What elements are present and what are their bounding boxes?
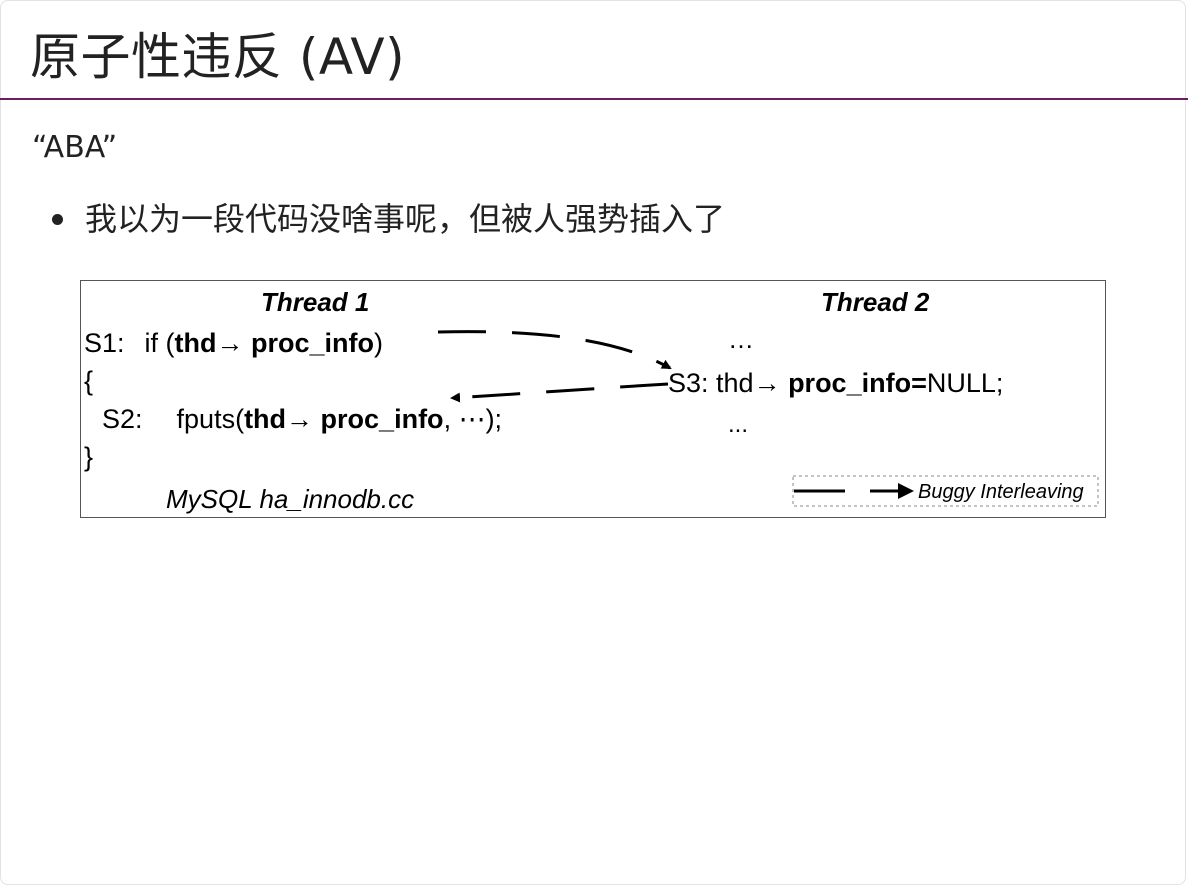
- slide-title: 原子性违反 (AV): [30, 28, 406, 86]
- close-brace: }: [84, 442, 93, 472]
- s1-thd: thd: [175, 328, 217, 358]
- figure-caption: MySQL ha_innodb.cc: [166, 484, 414, 514]
- s2-thd: thd: [244, 404, 286, 434]
- s2-arrow-icon: →: [286, 404, 313, 434]
- t2-dots-top: …: [728, 324, 754, 354]
- interleaving-diagram: Thread 1 Thread 2 S1: if (thd→ proc_info)…: [80, 280, 1106, 518]
- s1-arrow-icon: →: [217, 328, 244, 358]
- s2-label: S2:: [102, 404, 143, 434]
- bullet-text: 我以为一段代码没啥事呢，但被人强势插入了: [85, 200, 726, 238]
- s1-close: ): [374, 328, 383, 358]
- s2-proc-info: proc_info: [313, 404, 444, 434]
- legend-label: Buggy Interleaving: [918, 481, 1084, 503]
- s1-label: S1:: [84, 328, 125, 358]
- bullet-list: 我以为一段代码没啥事呢，但被人强势插入了: [52, 196, 725, 242]
- open-brace: {: [84, 366, 93, 396]
- t2-dots-bottom: ...: [728, 411, 748, 438]
- s3-line: S3: thd→ proc_info=NULL;: [668, 368, 1003, 398]
- thread1-header: Thread 1: [261, 287, 369, 317]
- title-divider: [0, 98, 1188, 100]
- code-figure: Thread 1 Thread 2 S1: if (thd→ proc_info)…: [80, 280, 1106, 518]
- s3-arrow-icon: →: [754, 368, 781, 398]
- s3-label: S3: thd: [668, 368, 754, 398]
- s3-null: NULL;: [927, 368, 1004, 398]
- s1-proc-info: proc_info: [244, 328, 375, 358]
- s2-rest: , ⋯);: [444, 404, 503, 434]
- s3-proc-info: proc_info=: [781, 368, 927, 398]
- bullet-dot-icon: [52, 213, 63, 225]
- thread2-header: Thread 2: [821, 287, 930, 317]
- s1-if: if (: [145, 328, 175, 358]
- s2-fputs: fputs(: [177, 404, 245, 434]
- slide-subtitle: “ABA”: [32, 130, 118, 165]
- bullet-item: 我以为一段代码没啥事呢，但被人强势插入了: [52, 196, 725, 242]
